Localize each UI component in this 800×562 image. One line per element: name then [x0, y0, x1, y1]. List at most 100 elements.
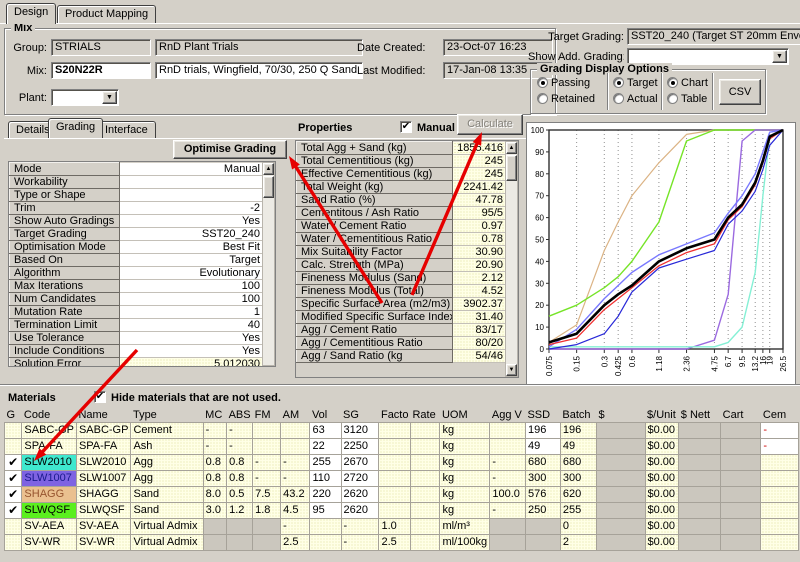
cell-name: SV-AEA — [76, 518, 131, 534]
param-value[interactable]: Yes — [120, 215, 265, 228]
optimise-grading-button[interactable]: Optimise Grading — [173, 140, 287, 159]
radio-option-passing[interactable]: Passing — [537, 77, 590, 89]
group-code-field[interactable]: STRIALS — [51, 39, 151, 56]
cell-vol[interactable]: 110 — [310, 470, 341, 486]
cell-sg[interactable]: 3120 — [341, 422, 379, 438]
param-row: Workability — [10, 176, 265, 189]
radio-option-target[interactable]: Target — [613, 77, 658, 89]
params-scrollbar-thumb[interactable] — [263, 176, 274, 198]
radio-icon[interactable] — [667, 93, 678, 104]
param-value[interactable]: Yes — [120, 345, 265, 358]
cell-g[interactable] — [5, 422, 22, 438]
cell-g[interactable]: ✔ — [5, 470, 22, 486]
tab-product-mapping[interactable]: Product Mapping — [57, 5, 156, 23]
param-value[interactable]: 1 — [120, 306, 265, 319]
property-label: Modified Specific Surface Index — [297, 311, 453, 324]
param-row: Num Candidates100 — [10, 293, 265, 306]
param-value[interactable]: 100 — [120, 280, 265, 293]
cell-per-unit: $0.00 — [645, 518, 679, 534]
cell-vol[interactable]: 22 — [310, 438, 341, 454]
radio-icon[interactable] — [667, 77, 678, 88]
cell-g[interactable] — [5, 438, 22, 454]
mix-code-field[interactable]: S20N22R — [51, 62, 151, 79]
cell-per-unit: $0.00 — [645, 502, 679, 518]
params-scrollbar[interactable]: ▲ — [262, 162, 275, 366]
cell-uom: kg — [440, 438, 490, 454]
radio-icon[interactable] — [537, 93, 548, 104]
mix-description-field[interactable]: RnD trials, Wingfield, 70/30, 250 Q Sand — [155, 62, 363, 79]
cell-am: 43.2 — [281, 486, 310, 502]
scroll-up-icon[interactable]: ▲ — [263, 163, 274, 175]
calculate-button[interactable]: Calculate — [457, 114, 523, 135]
param-value[interactable]: -2 — [120, 202, 265, 215]
cell-agg-v — [490, 534, 526, 550]
cell-g[interactable] — [5, 518, 22, 534]
cell-g[interactable]: ✔ — [5, 502, 22, 518]
cell-vol[interactable]: 255 — [310, 454, 341, 470]
target-grading-field[interactable]: SST20_240 (Target ST 20mm Envelo — [627, 28, 800, 45]
radio-icon[interactable] — [613, 77, 624, 88]
cell-vol[interactable]: 220 — [310, 486, 341, 502]
property-row: Total Weight (kg)2241.42 — [297, 181, 508, 194]
param-value[interactable]: 100 — [120, 293, 265, 306]
param-value[interactable] — [120, 176, 265, 189]
param-value[interactable]: Yes — [120, 332, 265, 345]
radio-icon[interactable] — [537, 77, 548, 88]
param-label: Include Conditions — [10, 345, 120, 358]
svg-text:40: 40 — [535, 257, 544, 266]
svg-text:4.75: 4.75 — [710, 355, 719, 371]
param-value[interactable]: SST20_240 — [120, 228, 265, 241]
radio-option-table[interactable]: Table — [667, 93, 707, 105]
csv-button[interactable]: CSV — [719, 79, 761, 105]
cell-dollar — [596, 502, 645, 518]
cell-abs: 0.8 — [227, 454, 253, 470]
cell-sg[interactable]: 2670 — [341, 454, 379, 470]
cell-facto — [379, 470, 411, 486]
material-row: SABC-GPSABC-GPCement--633120kg196196$0.0… — [5, 422, 799, 438]
param-value[interactable]: Evolutionary — [120, 267, 265, 280]
cell-ssd[interactable]: 49 — [525, 438, 560, 454]
radio-option-chart[interactable]: Chart — [667, 77, 708, 89]
radio-option-retained[interactable]: Retained — [537, 93, 595, 105]
param-value[interactable]: 40 — [120, 319, 265, 332]
param-label: Mutation Rate — [10, 306, 120, 319]
plant-combo-arrow-icon[interactable]: ▼ — [102, 91, 117, 104]
cell-sg[interactable]: 2620 — [341, 486, 379, 502]
cell-sg[interactable]: 2250 — [341, 438, 379, 454]
plant-combobox[interactable]: ▼ — [51, 89, 119, 106]
scroll-up-icon[interactable]: ▲ — [506, 142, 517, 154]
cell-vol[interactable]: 63 — [310, 422, 341, 438]
radio-option-actual[interactable]: Actual — [613, 93, 658, 105]
cell-fm: - — [253, 470, 281, 486]
cell-g[interactable]: ✔ — [5, 486, 22, 502]
tab-design[interactable]: Design — [6, 3, 56, 24]
material-row: ✔SLWQSFSLWQSFSand3.01.21.84.5952620kg-25… — [5, 502, 799, 518]
cell-abs: - — [227, 438, 253, 454]
param-label: Type or Shape — [10, 189, 120, 202]
param-value[interactable]: Manual — [120, 163, 265, 176]
show-add-grading-combo-arrow-icon[interactable]: ▼ — [772, 50, 787, 63]
tab-grading[interactable]: Grading — [48, 118, 103, 138]
cell-cem[interactable]: - — [761, 422, 799, 438]
param-value[interactable] — [120, 189, 265, 202]
cell-vol[interactable]: 95 — [310, 502, 341, 518]
manual-checkbox[interactable]: ✔ — [400, 121, 412, 133]
cell-sg[interactable]: 2720 — [341, 470, 379, 486]
group-description-field[interactable]: RnD Plant Trials — [155, 39, 363, 56]
tab-interface[interactable]: Interface — [97, 121, 156, 138]
scroll-down-icon[interactable]: ▼ — [506, 364, 517, 376]
cell-cem[interactable]: - — [761, 438, 799, 454]
hide-materials-checkbox[interactable]: ✔ — [94, 391, 106, 403]
param-value[interactable]: 5.012030 — [120, 358, 265, 368]
properties-scrollbar[interactable]: ▲ ▼ — [505, 141, 518, 377]
cell-uom: ml/m³ — [440, 518, 490, 534]
cell-nett — [679, 486, 721, 502]
cell-g[interactable]: ✔ — [5, 454, 22, 470]
param-value[interactable]: Best Fit — [120, 241, 265, 254]
properties-scrollbar-thumb[interactable] — [506, 155, 517, 181]
radio-icon[interactable] — [613, 93, 624, 104]
cell-g[interactable] — [5, 534, 22, 550]
cell-sg[interactable]: 2620 — [341, 502, 379, 518]
cell-ssd[interactable]: 196 — [525, 422, 560, 438]
param-value[interactable]: Target — [120, 254, 265, 267]
